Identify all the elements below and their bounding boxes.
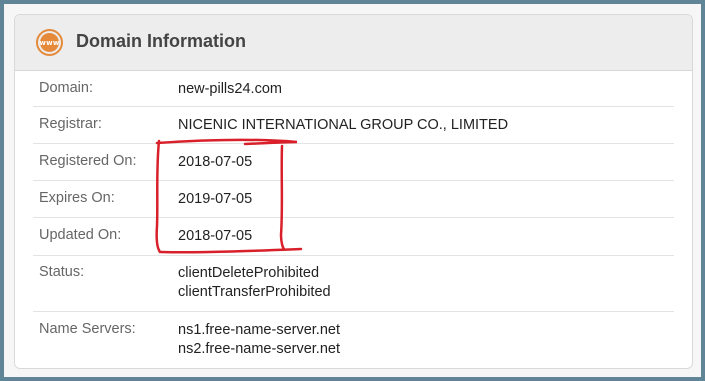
registrar-value: NICENIC INTERNATIONAL GROUP CO., LIMITED [178, 117, 509, 133]
row-domain: Domain: new-pills24.com [33, 70, 674, 107]
name-servers-values: ns1.free-name-server.net ns2.free-name-s… [178, 321, 340, 359]
registrar-label: Registrar: [39, 116, 102, 132]
registered-on-label: Registered On: [39, 153, 137, 169]
expires-on-label: Expires On: [39, 190, 115, 206]
screenshot-frame: www Domain Information Domain: new-pills… [4, 4, 701, 377]
www-globe-icon: www [36, 29, 63, 56]
card-header: www Domain Information [15, 15, 692, 71]
www-icon-text: www [39, 33, 59, 52]
name-servers-label: Name Servers: [39, 321, 136, 337]
domain-value: new-pills24.com [178, 81, 282, 97]
row-expires-on: Expires On: 2019-07-05 [33, 181, 674, 218]
status-values: clientDeleteProhibited clientTransferPro… [178, 264, 331, 302]
row-status: Status: clientDeleteProhibited clientTra… [33, 256, 674, 312]
status-label: Status: [39, 264, 85, 280]
registered-on-value: 2018-07-05 [178, 154, 253, 170]
name-server-2: ns2.free-name-server.net [178, 341, 340, 357]
name-server-1: ns1.free-name-server.net [178, 322, 340, 338]
row-registrar: Registrar: NICENIC INTERNATIONAL GROUP C… [33, 107, 674, 144]
info-table: Domain: new-pills24.com Registrar: NICEN… [33, 70, 674, 368]
row-name-servers: Name Servers: ns1.free-name-server.net n… [33, 312, 674, 368]
domain-info-card: www Domain Information Domain: new-pills… [14, 14, 693, 369]
status-value-2: clientTransferProhibited [178, 284, 331, 300]
status-value-1: clientDeleteProhibited [178, 265, 320, 281]
updated-on-label: Updated On: [39, 227, 122, 243]
domain-label: Domain: [39, 80, 93, 96]
row-updated-on: Updated On: 2018-07-05 [33, 218, 674, 256]
expires-on-value: 2019-07-05 [178, 191, 253, 207]
row-registered-on: Registered On: 2018-07-05 [33, 144, 674, 181]
card-title: Domain Information [76, 31, 246, 51]
updated-on-value: 2018-07-05 [178, 228, 253, 244]
